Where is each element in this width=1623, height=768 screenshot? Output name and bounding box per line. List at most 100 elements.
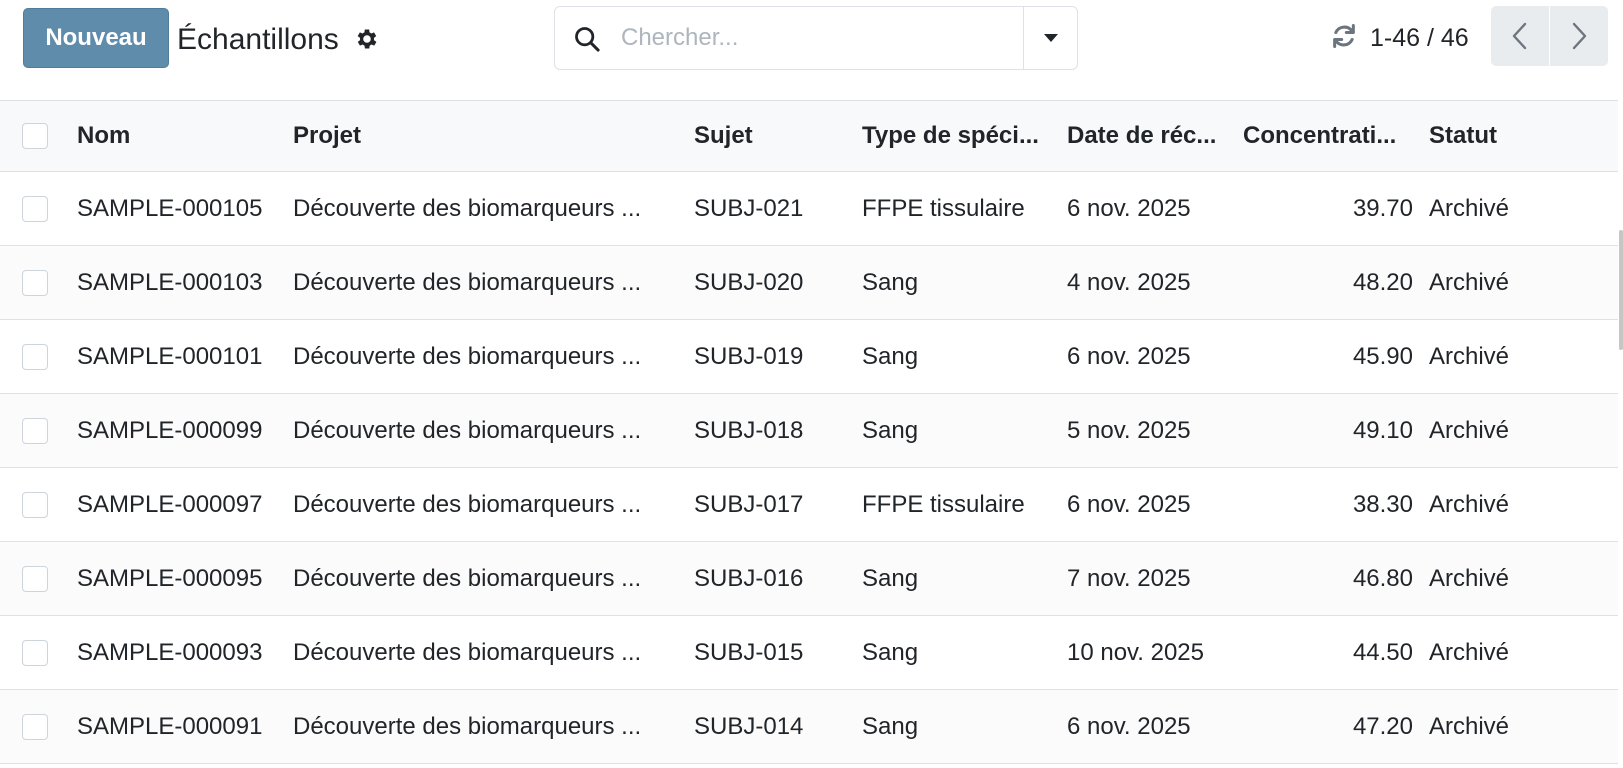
table-row[interactable]: SAMPLE-000091 Découverte des biomarqueurs… <box>0 689 1618 764</box>
table-row[interactable]: SAMPLE-000103 Découverte des biomarqueurs… <box>0 245 1618 320</box>
cell-received-date[interactable]: 7 nov. 2025 <box>1059 542 1235 616</box>
table-row[interactable]: SAMPLE-000093 Découverte des biomarqueurs… <box>0 616 1618 690</box>
cell-project[interactable]: Découverte des biomarqueurs ... <box>285 320 686 394</box>
cell-specimen-type[interactable]: FFPE tissulaire <box>854 468 1059 542</box>
new-button[interactable]: Nouveau <box>23 8 169 68</box>
column-header-name[interactable]: Nom <box>69 101 285 172</box>
cell-name[interactable]: SAMPLE-000105 <box>69 172 285 246</box>
cell-specimen-type[interactable]: Sang <box>854 690 1059 764</box>
chevron-right-icon <box>1572 22 1587 50</box>
search-input[interactable] <box>621 17 1006 59</box>
row-checkbox[interactable] <box>22 491 48 518</box>
column-header-status[interactable]: Statut <box>1421 101 1618 172</box>
cell-project[interactable]: Découverte des biomarqueurs ... <box>285 542 686 616</box>
cell-project[interactable]: Découverte des biomarqueurs ... <box>285 172 686 246</box>
cell-concentration[interactable]: 46.80 <box>1235 542 1421 616</box>
cell-subject[interactable]: SUBJ-015 <box>686 616 854 690</box>
table-row[interactable]: SAMPLE-000101 Découverte des biomarqueurs… <box>0 320 1618 394</box>
cell-received-date[interactable]: 4 nov. 2025 <box>1059 246 1235 320</box>
cell-name[interactable]: SAMPLE-000101 <box>69 320 285 394</box>
table-row[interactable]: SAMPLE-000097 Découverte des biomarqueurs… <box>0 468 1618 542</box>
cell-received-date[interactable]: 6 nov. 2025 <box>1059 468 1235 542</box>
table-row[interactable]: SAMPLE-000105 Découverte des biomarqueurs… <box>0 172 1618 246</box>
cell-subject[interactable]: SUBJ-014 <box>686 690 854 764</box>
cell-project[interactable]: Découverte des biomarqueurs ... <box>285 246 686 320</box>
cell-status[interactable]: Archivé <box>1421 320 1618 394</box>
row-checkbox[interactable] <box>22 195 48 222</box>
cell-name[interactable]: SAMPLE-000103 <box>69 246 285 320</box>
select-all-cell <box>0 101 69 172</box>
row-checkbox[interactable] <box>22 269 48 296</box>
cell-project[interactable]: Découverte des biomarqueurs ... <box>285 468 686 542</box>
cell-project[interactable]: Découverte des biomarqueurs ... <box>285 394 686 468</box>
cell-received-date[interactable]: 10 nov. 2025 <box>1059 616 1235 690</box>
cell-concentration[interactable]: 49.10 <box>1235 394 1421 468</box>
cell-received-date[interactable]: 6 nov. 2025 <box>1059 320 1235 394</box>
column-header-specimen-type[interactable]: Type de spéci... <box>854 101 1059 172</box>
scrollbar-thumb[interactable] <box>1619 230 1623 350</box>
cell-name[interactable]: SAMPLE-000097 <box>69 468 285 542</box>
gear-icon[interactable] <box>354 26 380 52</box>
cell-subject[interactable]: SUBJ-020 <box>686 246 854 320</box>
pager-previous-button[interactable] <box>1491 6 1549 66</box>
cell-name[interactable]: SAMPLE-000099 <box>69 394 285 468</box>
cell-status[interactable]: Archivé <box>1421 172 1618 246</box>
cell-specimen-type[interactable]: FFPE tissulaire <box>854 172 1059 246</box>
table-header: Nom Projet Sujet Type de spéci... Date d… <box>0 100 1618 172</box>
column-header-received-date[interactable]: Date de réc... <box>1059 101 1235 172</box>
refresh-icon[interactable] <box>1330 22 1358 50</box>
cell-concentration[interactable]: 45.90 <box>1235 320 1421 394</box>
cell-specimen-type[interactable]: Sang <box>854 616 1059 690</box>
cell-received-date[interactable]: 6 nov. 2025 <box>1059 690 1235 764</box>
table-row[interactable]: SAMPLE-000095 Découverte des biomarqueurs… <box>0 541 1618 616</box>
search-icon <box>575 27 600 52</box>
cell-subject[interactable]: SUBJ-017 <box>686 468 854 542</box>
pager-value[interactable]: 1-46 / 46 <box>1370 22 1469 54</box>
row-checkbox[interactable] <box>22 565 48 592</box>
table-row[interactable]: SAMPLE-000099 Découverte des biomarqueurs… <box>0 393 1618 468</box>
cell-status[interactable]: Archivé <box>1421 468 1618 542</box>
cell-subject[interactable]: SUBJ-016 <box>686 542 854 616</box>
cell-name[interactable]: SAMPLE-000093 <box>69 616 285 690</box>
page-title: Échantillons <box>177 23 339 56</box>
cell-project[interactable]: Découverte des biomarqueurs ... <box>285 690 686 764</box>
cell-concentration[interactable]: 48.20 <box>1235 246 1421 320</box>
row-checkbox[interactable] <box>22 713 48 740</box>
row-select-cell <box>0 616 69 690</box>
cell-subject[interactable]: SUBJ-019 <box>686 320 854 394</box>
cell-specimen-type[interactable]: Sang <box>854 394 1059 468</box>
cell-subject[interactable]: SUBJ-018 <box>686 394 854 468</box>
row-select-cell <box>0 394 69 468</box>
cell-specimen-type[interactable]: Sang <box>854 542 1059 616</box>
cell-status[interactable]: Archivé <box>1421 616 1618 690</box>
cell-status[interactable]: Archivé <box>1421 542 1618 616</box>
search-options-toggle[interactable] <box>1023 7 1077 69</box>
row-select-cell <box>0 246 69 320</box>
cell-received-date[interactable]: 5 nov. 2025 <box>1059 394 1235 468</box>
chevron-left-icon <box>1512 22 1527 50</box>
cell-concentration[interactable]: 39.70 <box>1235 172 1421 246</box>
cell-status[interactable]: Archivé <box>1421 246 1618 320</box>
column-header-project[interactable]: Projet <box>285 101 686 172</box>
row-checkbox[interactable] <box>22 417 48 444</box>
cell-specimen-type[interactable]: Sang <box>854 320 1059 394</box>
cell-specimen-type[interactable]: Sang <box>854 246 1059 320</box>
cell-concentration[interactable]: 38.30 <box>1235 468 1421 542</box>
cell-name[interactable]: SAMPLE-000095 <box>69 542 285 616</box>
column-header-subject[interactable]: Sujet <box>686 101 854 172</box>
cell-status[interactable]: Archivé <box>1421 690 1618 764</box>
cell-received-date[interactable]: 6 nov. 2025 <box>1059 172 1235 246</box>
search-bar <box>554 6 1078 70</box>
cell-project[interactable]: Découverte des biomarqueurs ... <box>285 616 686 690</box>
cell-concentration[interactable]: 44.50 <box>1235 616 1421 690</box>
row-checkbox[interactable] <box>22 639 48 666</box>
cell-name[interactable]: SAMPLE-000091 <box>69 690 285 764</box>
row-checkbox[interactable] <box>22 343 48 370</box>
select-all-checkbox[interactable] <box>22 123 48 149</box>
pager-next-button[interactable] <box>1550 6 1608 66</box>
column-header-concentration[interactable]: Concentrati... <box>1235 101 1421 172</box>
cell-subject[interactable]: SUBJ-021 <box>686 172 854 246</box>
samples-table: Nom Projet Sujet Type de spéci... Date d… <box>0 100 1618 764</box>
cell-concentration[interactable]: 47.20 <box>1235 690 1421 764</box>
cell-status[interactable]: Archivé <box>1421 394 1618 468</box>
